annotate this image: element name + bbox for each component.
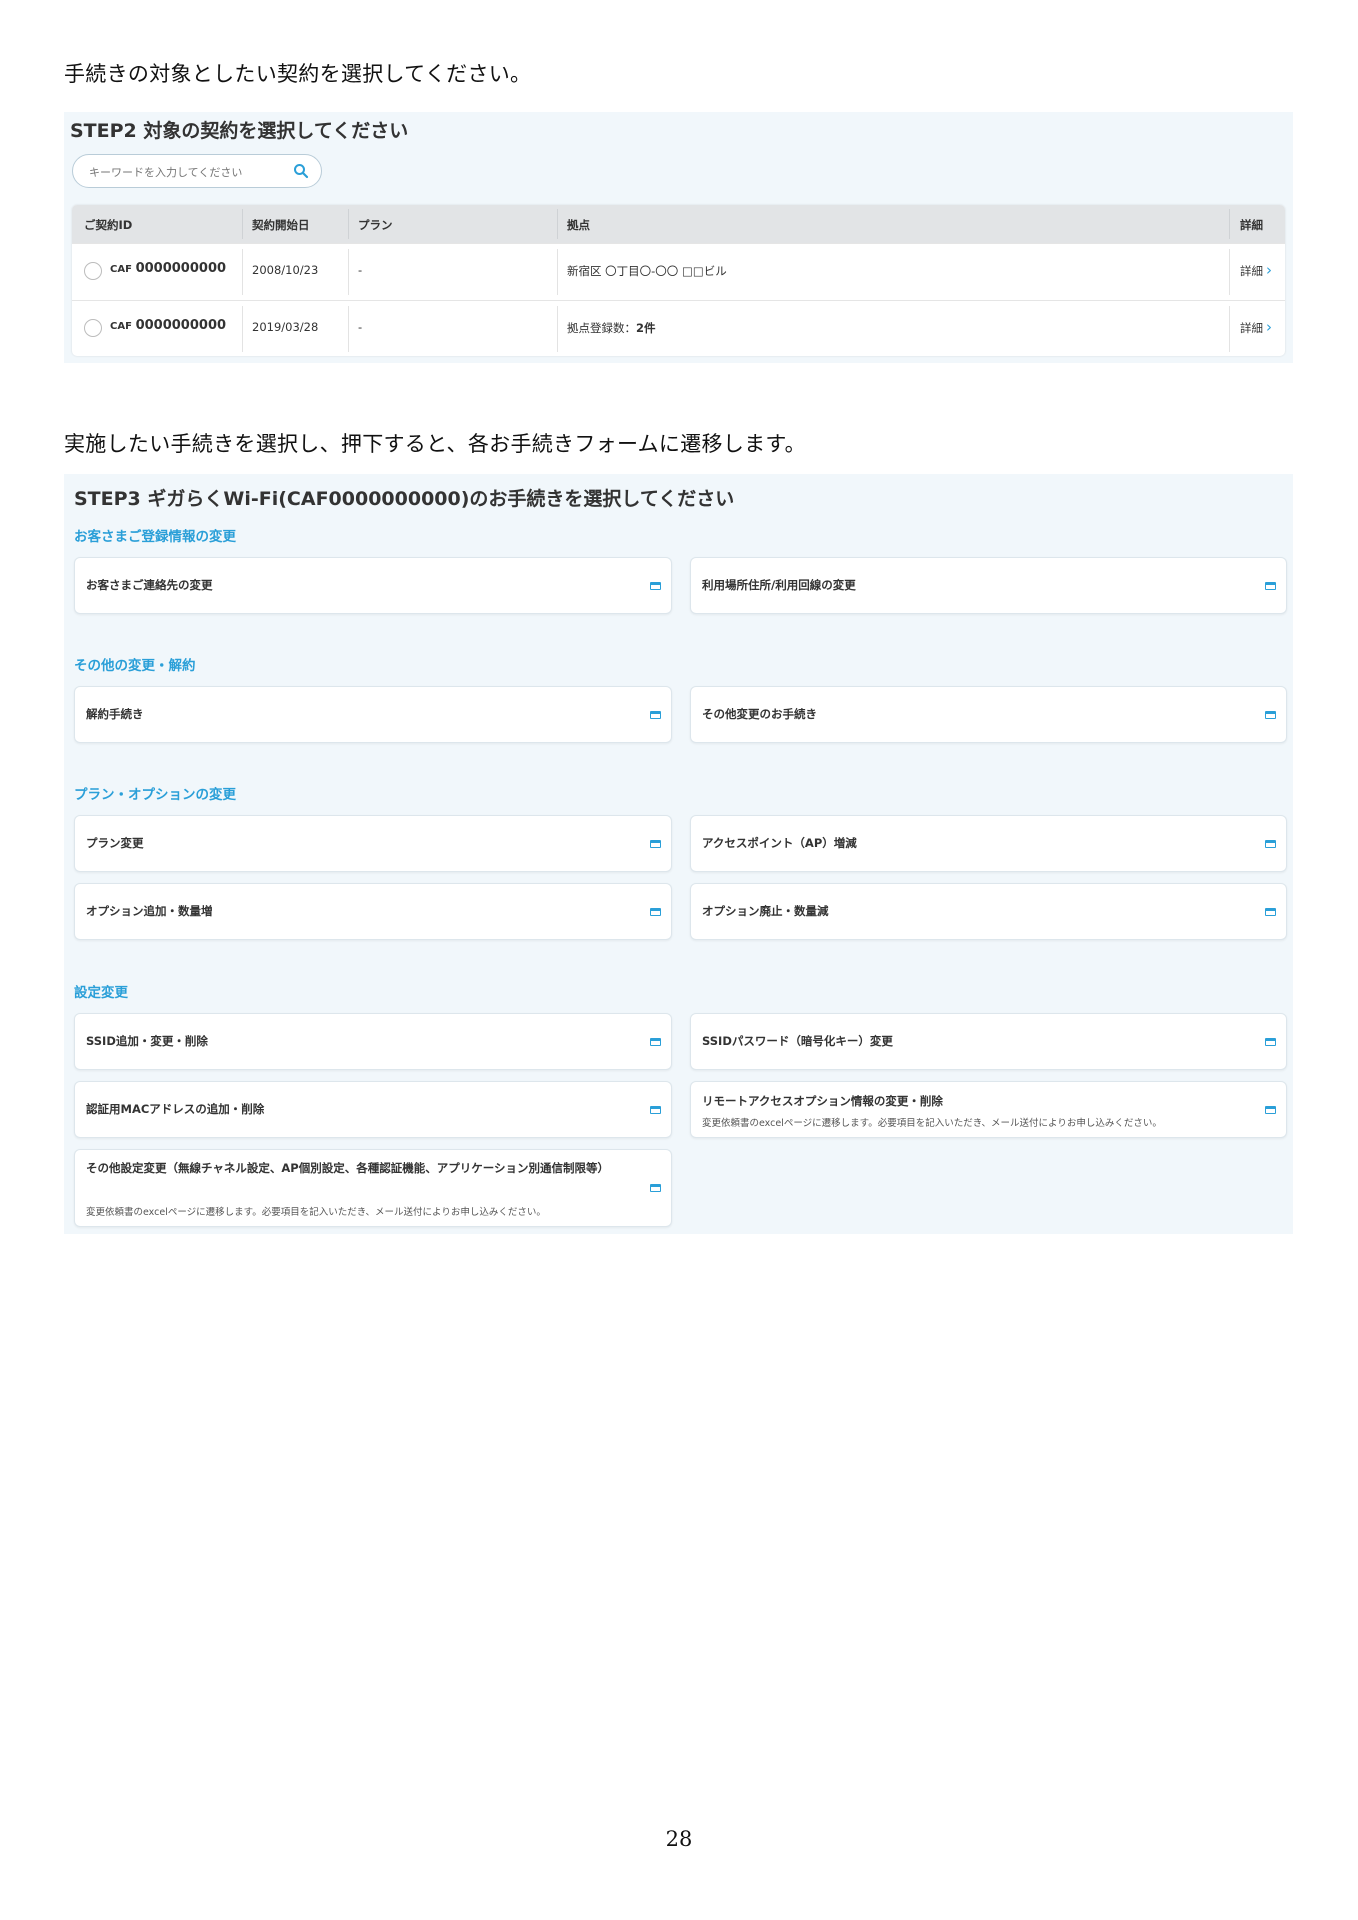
card-label: 利用場所住所/利用回線の変更 <box>702 578 856 592</box>
col-divider <box>557 249 558 295</box>
external-link-icon <box>650 1106 661 1114</box>
contract-plan: - <box>358 263 363 277</box>
contract-id-number: 0000000000 <box>135 261 227 276</box>
site-count-label: 拠点登録数： <box>567 321 636 335</box>
card-label: その他設定変更（無線チャネル設定、AP個別設定、各種認証機能、アプリケーション別… <box>86 1161 609 1175</box>
contract-radio[interactable] <box>84 319 102 337</box>
card-remote-access[interactable]: リモートアクセスオプション情報の変更・削除 変更依頼書のexcelページに遷移し… <box>690 1081 1287 1138</box>
search-icon[interactable] <box>293 163 309 179</box>
col-divider <box>242 209 243 239</box>
col-divider <box>557 209 558 239</box>
contract-id-number: 0000000000 <box>135 318 227 333</box>
external-link-icon <box>1265 1038 1276 1046</box>
contract-id: CAF 0000000000 <box>110 261 226 276</box>
col-divider <box>1229 209 1230 239</box>
detail-label: 詳細 <box>1240 321 1263 335</box>
col-divider <box>348 209 349 239</box>
card-label: プラン変更 <box>86 836 144 850</box>
col-divider <box>242 249 243 295</box>
search-input[interactable] <box>87 161 281 183</box>
contract-site: 拠点登録数：2件 <box>567 320 656 336</box>
card-label: オプション廃止・数量減 <box>702 904 829 918</box>
col-divider <box>1229 306 1230 352</box>
card-other-settings[interactable]: その他設定変更（無線チャネル設定、AP個別設定、各種認証機能、アプリケーション別… <box>74 1149 672 1227</box>
col-plan: プラン <box>358 218 393 232</box>
detail-link[interactable]: 詳細 › <box>1240 318 1272 336</box>
col-detail: 詳細 <box>1240 218 1263 232</box>
col-divider <box>242 306 243 352</box>
external-link-icon <box>650 1184 661 1192</box>
intro-text-step3: 実施したい手続きを選択し、押下すると、各お手続きフォームに遷移します。 <box>64 432 806 456</box>
contract-start-date: 2019/03/28 <box>252 320 319 334</box>
contract-start-date: 2008/10/23 <box>252 263 319 277</box>
card-option-add[interactable]: オプション追加・数量増 <box>74 883 672 940</box>
external-link-icon <box>650 1038 661 1046</box>
site-address: 新宿区 〇丁目〇-〇〇 □□ビル <box>567 264 727 278</box>
search-box[interactable] <box>72 154 322 188</box>
card-note: 変更依頼書のexcelページに遷移します。必要項目を記入いただき、メール送付によ… <box>86 1207 546 1218</box>
intro-text-step2: 手続きの対象としたい契約を選択してください。 <box>64 62 532 86</box>
external-link-icon <box>1265 840 1276 848</box>
external-link-icon <box>1265 711 1276 719</box>
category-settings: 設定変更 <box>74 985 128 1001</box>
step2-panel: STEP2 対象の契約を選択してください ご契約ID 契約開始日 プラン 拠点 … <box>64 112 1293 363</box>
card-label: お客さまご連絡先の変更 <box>86 578 213 592</box>
step3-title: STEP3 ギガらくWi-Fi(CAF0000000000)のお手続きを選択して… <box>74 488 735 510</box>
contract-id: CAF 0000000000 <box>110 318 226 333</box>
external-link-icon <box>1265 1106 1276 1114</box>
col-divider <box>557 306 558 352</box>
category-other-cancel: その他の変更・解約 <box>74 658 196 674</box>
col-start-date: 契約開始日 <box>252 218 310 232</box>
card-cancellation[interactable]: 解約手続き <box>74 686 672 743</box>
card-note: 変更依頼書のexcelページに遷移します。必要項目を記入いただき、メール送付によ… <box>702 1118 1162 1129</box>
site-count: 2件 <box>636 321 656 335</box>
external-link-icon <box>650 840 661 848</box>
card-label: 解約手続き <box>86 707 144 721</box>
chevron-right-icon: › <box>1266 318 1272 336</box>
card-option-remove[interactable]: オプション廃止・数量減 <box>690 883 1287 940</box>
card-label: 認証用MACアドレスの追加・削除 <box>86 1102 265 1116</box>
page-number: 28 <box>665 1827 693 1851</box>
contract-id-prefix: CAF <box>110 264 132 275</box>
step3-panel: STEP3 ギガらくWi-Fi(CAF0000000000)のお手続きを選択して… <box>64 474 1293 1234</box>
card-mac-address[interactable]: 認証用MACアドレスの追加・削除 <box>74 1081 672 1138</box>
external-link-icon <box>1265 908 1276 916</box>
card-label: オプション追加・数量増 <box>86 904 213 918</box>
card-label: その他変更のお手続き <box>702 707 817 721</box>
table-row[interactable]: CAF 0000000000 2008/10/23 - 新宿区 〇丁目〇-〇〇 … <box>72 243 1285 300</box>
card-label: リモートアクセスオプション情報の変更・削除 <box>702 1094 943 1108</box>
card-other-change[interactable]: その他変更のお手続き <box>690 686 1287 743</box>
card-ssid-password[interactable]: SSIDパスワード（暗号化キー）変更 <box>690 1013 1287 1070</box>
contract-id-prefix: CAF <box>110 321 132 332</box>
external-link-icon <box>650 711 661 719</box>
col-site: 拠点 <box>567 218 590 232</box>
step2-title: STEP2 対象の契約を選択してください <box>70 120 409 142</box>
chevron-right-icon: › <box>1266 261 1272 279</box>
card-label: アクセスポイント（AP）増減 <box>702 836 857 850</box>
external-link-icon <box>650 908 661 916</box>
col-divider <box>1229 249 1230 295</box>
category-customer-info: お客さまご登録情報の変更 <box>74 529 236 545</box>
contract-plan: - <box>358 320 363 334</box>
contract-table: ご契約ID 契約開始日 プラン 拠点 詳細 CAF 0000000000 200… <box>72 205 1285 356</box>
card-address-line-change[interactable]: 利用場所住所/利用回線の変更 <box>690 557 1287 614</box>
card-ap-change[interactable]: アクセスポイント（AP）増減 <box>690 815 1287 872</box>
card-label: SSIDパスワード（暗号化キー）変更 <box>702 1034 893 1048</box>
table-header: ご契約ID 契約開始日 プラン 拠点 詳細 <box>72 205 1285 243</box>
col-divider <box>348 249 349 295</box>
contract-radio[interactable] <box>84 262 102 280</box>
table-row[interactable]: CAF 0000000000 2019/03/28 - 拠点登録数：2件 詳細 › <box>72 300 1285 356</box>
detail-link[interactable]: 詳細 › <box>1240 261 1272 279</box>
detail-label: 詳細 <box>1240 264 1263 278</box>
col-divider <box>348 306 349 352</box>
card-label: SSID追加・変更・削除 <box>86 1034 208 1048</box>
category-plan-option: プラン・オプションの変更 <box>74 787 236 803</box>
external-link-icon <box>1265 582 1276 590</box>
external-link-icon <box>650 582 661 590</box>
contract-site: 新宿区 〇丁目〇-〇〇 □□ビル <box>567 263 727 279</box>
card-plan-change[interactable]: プラン変更 <box>74 815 672 872</box>
col-contract-id: ご契約ID <box>84 218 133 232</box>
card-contact-change[interactable]: お客さまご連絡先の変更 <box>74 557 672 614</box>
card-ssid-change[interactable]: SSID追加・変更・削除 <box>74 1013 672 1070</box>
